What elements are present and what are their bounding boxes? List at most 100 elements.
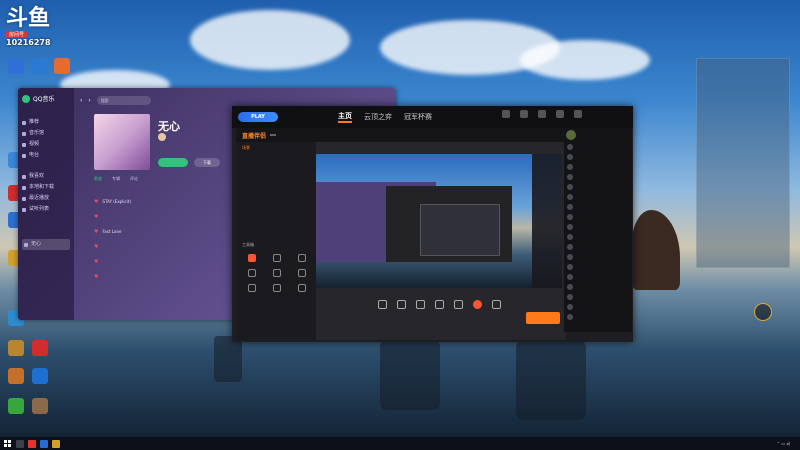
recycle-bin-icon[interactable] <box>4 58 28 82</box>
app-icon-3[interactable] <box>50 58 74 82</box>
qq-nav-item-selected[interactable]: 无心 <box>22 239 70 250</box>
avatar <box>567 194 573 200</box>
playlist-owner[interactable] <box>158 133 169 141</box>
chat-row[interactable] <box>564 272 632 282</box>
play-button[interactable]: PLAY <box>238 112 278 122</box>
app-icon-game2[interactable] <box>4 368 28 392</box>
app-icon-2[interactable] <box>28 58 52 82</box>
avatar <box>567 294 573 300</box>
tab-tft[interactable]: 云顶之弈 <box>364 112 392 122</box>
qq-nav-item[interactable]: 音乐馆 <box>22 128 70 139</box>
tool-item[interactable] <box>265 269 290 278</box>
top-icon[interactable] <box>519 110 529 124</box>
heart-icon[interactable]: ♥ <box>94 259 98 265</box>
chat-row[interactable] <box>564 172 632 182</box>
list-item[interactable]: ♥ STAY (Explicit) <box>94 194 244 209</box>
top-icon[interactable] <box>537 110 547 124</box>
tray-icons[interactable]: ⌃ ▭ ◂) <box>777 441 790 446</box>
toolbar-button[interactable] <box>396 300 406 324</box>
app-icon-game3[interactable] <box>28 398 52 422</box>
qq-nav-item[interactable]: 推荐 <box>22 117 70 128</box>
tab-comments[interactable]: 评论 <box>130 176 138 182</box>
chat-row[interactable] <box>564 202 632 212</box>
back-icon[interactable]: ‹ <box>80 97 82 104</box>
app-icon-netease[interactable] <box>28 340 52 364</box>
app-icon-blue[interactable] <box>28 368 52 392</box>
chat-row[interactable] <box>564 142 632 152</box>
tool-item[interactable] <box>240 254 265 263</box>
play-all-button[interactable] <box>158 158 188 167</box>
search-taskbar-icon[interactable] <box>14 437 26 450</box>
tab-albums[interactable]: 专辑 <box>112 176 120 182</box>
heart-icon[interactable]: ♥ <box>94 244 98 250</box>
top-icon[interactable] <box>573 110 583 124</box>
list-item[interactable]: ♥ <box>94 209 244 224</box>
app-taskbar-1[interactable] <box>26 437 38 450</box>
chat-row[interactable] <box>564 212 632 222</box>
tab-champion-cup[interactable]: 冠军杯赛 <box>404 112 432 122</box>
chat-row[interactable] <box>564 302 632 312</box>
toolbar-button[interactable] <box>377 300 387 324</box>
qq-nav-item[interactable]: 试听列表 <box>22 204 70 215</box>
list-item[interactable]: ♥ Fast Lane <box>94 224 244 239</box>
recycle-bin-icon <box>8 58 24 74</box>
chat-row[interactable] <box>564 192 632 202</box>
chat-row[interactable] <box>564 292 632 302</box>
chat-row[interactable] <box>564 162 632 172</box>
rock-reflection <box>516 340 586 420</box>
danmaku-line <box>697 87 789 89</box>
forward-icon[interactable]: › <box>88 97 90 104</box>
toolbar-button[interactable] <box>415 300 425 324</box>
chat-row[interactable] <box>564 182 632 192</box>
chat-row[interactable] <box>564 252 632 262</box>
list-item[interactable]: ♥ <box>94 269 244 284</box>
toolbar-button[interactable] <box>434 300 444 324</box>
download-button[interactable]: 下载 <box>194 158 220 167</box>
qq-nav-item[interactable]: 视频 <box>22 139 70 150</box>
search-input[interactable]: 搜索 <box>96 95 151 105</box>
app-icon-blue <box>32 368 48 384</box>
app-icon-game1[interactable] <box>4 340 28 364</box>
tool-item[interactable] <box>289 284 314 293</box>
chat-row[interactable] <box>564 152 632 162</box>
tool-item[interactable] <box>240 284 265 293</box>
tab-home[interactable]: 主页 <box>338 111 352 123</box>
qq-nav-item[interactable]: 电台 <box>22 150 70 161</box>
tool-item[interactable] <box>265 254 290 263</box>
toolbar-button[interactable] <box>472 300 482 324</box>
tool-item[interactable] <box>265 284 290 293</box>
top-icon[interactable] <box>501 110 511 124</box>
chat-row[interactable] <box>564 282 632 292</box>
list-item[interactable]: ♥ <box>94 239 244 254</box>
app-taskbar-2[interactable] <box>38 437 50 450</box>
toolbar-button[interactable] <box>453 300 463 324</box>
heart-icon[interactable]: ♥ <box>94 229 98 235</box>
chat-row[interactable] <box>564 232 632 242</box>
qq-nav-item[interactable]: 我喜欢 <box>22 171 70 182</box>
windows-start-icon[interactable] <box>0 437 14 450</box>
tool-item[interactable] <box>289 254 314 263</box>
start-live-button[interactable] <box>526 312 560 324</box>
app-icon-play[interactable] <box>4 398 28 422</box>
qq-nav-item[interactable]: 本地和下载 <box>22 182 70 193</box>
playlist-cover[interactable] <box>94 114 150 170</box>
tool-icon <box>248 254 257 262</box>
chat-row[interactable] <box>564 312 632 322</box>
tab-songs[interactable]: 歌曲 <box>94 176 102 182</box>
list-item[interactable]: ♥ <box>94 254 244 269</box>
app-taskbar-3[interactable] <box>50 437 62 450</box>
chat-row[interactable] <box>564 262 632 272</box>
chat-row[interactable] <box>564 242 632 252</box>
tool-item[interactable] <box>240 269 265 278</box>
top-icon[interactable] <box>555 110 565 124</box>
live-companion-window[interactable]: 直播伴侣 场景 工具箱 <box>236 128 566 340</box>
chat-row[interactable] <box>564 222 632 232</box>
heart-icon[interactable]: ♥ <box>94 199 98 205</box>
stream-preview[interactable] <box>316 154 562 288</box>
tool-item[interactable] <box>289 269 314 278</box>
qq-nav-item[interactable]: 最近播放 <box>22 193 70 204</box>
heart-icon[interactable]: ♥ <box>94 214 98 220</box>
heart-icon[interactable]: ♥ <box>94 274 98 280</box>
toolbar-button[interactable] <box>491 300 501 324</box>
scene-tab[interactable]: 场景 <box>242 145 250 151</box>
